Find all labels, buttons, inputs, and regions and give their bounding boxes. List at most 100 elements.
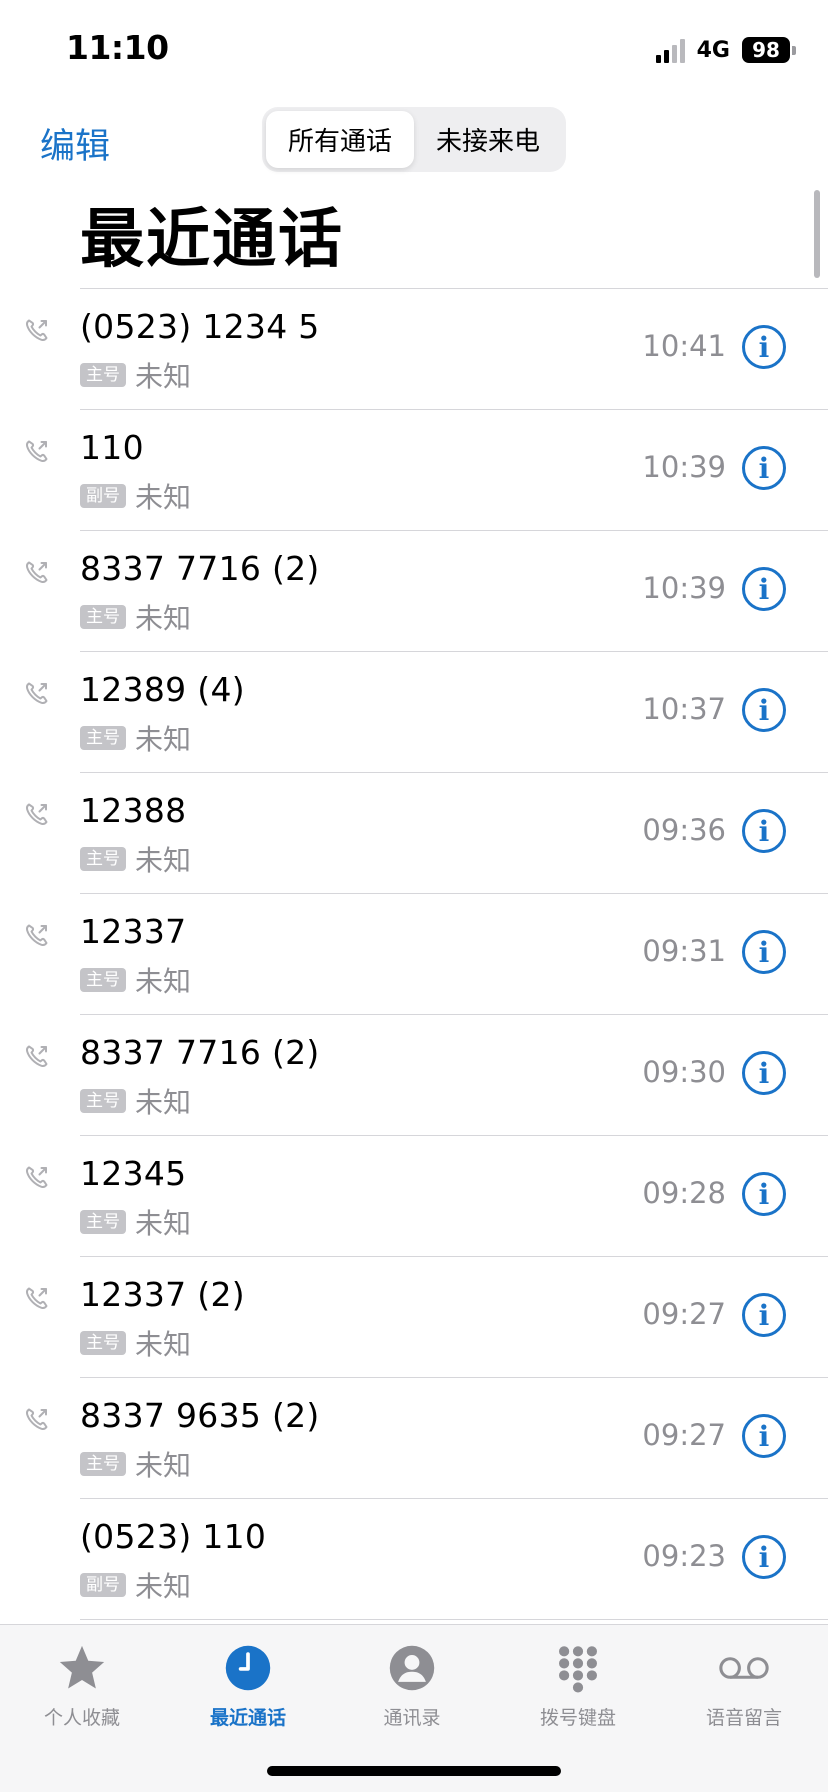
- call-row[interactable]: (0523) 110 副号 未知 09:23 i: [0, 1499, 828, 1620]
- scroll-indicator[interactable]: [814, 190, 820, 278]
- call-row[interactable]: 12337 主号 未知 09:31 i: [0, 894, 828, 1015]
- call-label: 未知: [135, 1207, 192, 1240]
- status-time: 11:10: [66, 28, 169, 67]
- sim-badge: 副号: [80, 484, 126, 508]
- call-label: 未知: [135, 965, 192, 998]
- info-icon[interactable]: i: [742, 809, 786, 853]
- call-subtitle: 主号 未知: [80, 1444, 191, 1484]
- call-number: 12389 (4): [80, 670, 245, 709]
- call-row[interactable]: 110 副号 未知 10:39 i: [0, 410, 828, 531]
- call-subtitle: 主号 未知: [80, 1081, 191, 1121]
- call-subtitle: 副号 未知: [80, 476, 191, 516]
- sim-badge: 主号: [80, 1089, 126, 1113]
- call-label: 未知: [135, 602, 192, 635]
- call-label: 未知: [135, 1449, 192, 1482]
- outgoing-call-icon: [24, 1406, 50, 1432]
- call-time: 10:41: [642, 329, 726, 363]
- call-label: 未知: [135, 1328, 192, 1361]
- call-row[interactable]: (0523) 1234 5 主号 未知 10:41 i: [0, 289, 828, 410]
- call-row[interactable]: 8337 7716 (2) 主号 未知 10:39 i: [0, 531, 828, 652]
- sim-badge: 主号: [80, 1210, 126, 1234]
- info-icon[interactable]: i: [742, 688, 786, 732]
- call-subtitle: 主号 未知: [80, 597, 191, 637]
- keypad-icon: [551, 1641, 605, 1695]
- info-icon[interactable]: i: [742, 1051, 786, 1095]
- tab-recents[interactable]: 最近通话: [178, 1641, 318, 1730]
- call-label: 未知: [135, 360, 192, 393]
- call-time: 09:28: [642, 1176, 726, 1210]
- segment-all-calls[interactable]: 所有通话: [266, 111, 414, 168]
- call-time: 09:23: [642, 1539, 726, 1573]
- tab-favorites[interactable]: 个人收藏: [12, 1641, 152, 1730]
- sim-badge: 主号: [80, 605, 126, 629]
- star-icon: [55, 1641, 109, 1695]
- call-row[interactable]: 12337 (2) 主号 未知 09:27 i: [0, 1257, 828, 1378]
- recent-calls-list: (0523) 1234 5 主号 未知 10:41 i 110 副号 未知 10…: [0, 289, 828, 1620]
- call-number: 12337 (2): [80, 1275, 245, 1314]
- call-time: 09:27: [642, 1418, 726, 1452]
- clock-icon: [221, 1641, 275, 1695]
- call-label: 未知: [135, 844, 192, 877]
- call-subtitle: 主号 未知: [80, 355, 191, 395]
- call-row[interactable]: 12389 (4) 主号 未知 10:37 i: [0, 652, 828, 773]
- call-row[interactable]: 12345 主号 未知 09:28 i: [0, 1136, 828, 1257]
- info-icon[interactable]: i: [742, 325, 786, 369]
- tab-label: 语音留言: [705, 1707, 782, 1729]
- outgoing-call-icon: [24, 801, 50, 827]
- call-subtitle: 副号 未知: [80, 1565, 191, 1605]
- info-icon[interactable]: i: [742, 446, 786, 490]
- sim-badge: 主号: [80, 968, 126, 992]
- sim-badge: 主号: [80, 363, 126, 387]
- info-icon[interactable]: i: [742, 930, 786, 974]
- status-bar: 11:10 4G 98: [0, 0, 828, 100]
- tab-contacts[interactable]: 通讯录: [342, 1641, 482, 1730]
- call-time: 09:36: [642, 813, 726, 847]
- call-label: 未知: [135, 1570, 192, 1603]
- battery-icon: 98: [742, 37, 796, 63]
- info-icon[interactable]: i: [742, 1293, 786, 1337]
- call-time: 10:39: [642, 571, 726, 605]
- tab-keypad[interactable]: 拨号键盘: [508, 1641, 648, 1730]
- info-icon[interactable]: i: [742, 1172, 786, 1216]
- outgoing-call-icon: [24, 1285, 50, 1311]
- call-subtitle: 主号 未知: [80, 839, 191, 879]
- call-number: 12337: [80, 912, 187, 951]
- call-row[interactable]: 12388 主号 未知 09:36 i: [0, 773, 828, 894]
- network-type: 4G: [696, 37, 730, 63]
- call-time: 10:39: [642, 450, 726, 484]
- call-row[interactable]: 8337 9635 (2) 主号 未知 09:27 i: [0, 1378, 828, 1499]
- call-subtitle: 主号 未知: [80, 960, 191, 1000]
- info-icon[interactable]: i: [742, 1414, 786, 1458]
- signal-icon: [655, 37, 685, 63]
- call-number: 8337 7716 (2): [80, 549, 320, 588]
- sim-badge: 主号: [80, 726, 126, 750]
- home-indicator: [267, 1766, 561, 1776]
- outgoing-call-icon: [24, 922, 50, 948]
- sim-badge: 主号: [80, 1331, 126, 1355]
- info-icon[interactable]: i: [742, 567, 786, 611]
- call-number: (0523) 110: [80, 1517, 267, 1556]
- tab-voicemail[interactable]: 语音留言: [674, 1641, 814, 1730]
- call-number: 8337 9635 (2): [80, 1396, 320, 1435]
- outgoing-call-icon: [24, 559, 50, 585]
- edit-button[interactable]: 编辑: [40, 118, 110, 169]
- call-label: 未知: [135, 723, 192, 756]
- outgoing-call-icon: [24, 317, 50, 343]
- outgoing-call-icon: [24, 680, 50, 706]
- call-subtitle: 主号 未知: [80, 1202, 191, 1242]
- outgoing-call-icon: [24, 438, 50, 464]
- call-filter-segmented-control: 所有通话 未接来电: [262, 107, 566, 172]
- segment-missed-calls[interactable]: 未接来电: [414, 111, 562, 168]
- tab-label: 最近通话: [209, 1707, 286, 1729]
- info-icon[interactable]: i: [742, 1535, 786, 1579]
- call-label: 未知: [135, 481, 192, 514]
- call-subtitle: 主号 未知: [80, 718, 191, 758]
- call-time: 09:27: [642, 1297, 726, 1331]
- battery-level: 98: [742, 37, 790, 63]
- voicemail-icon: [717, 1641, 771, 1695]
- call-row[interactable]: 8337 7716 (2) 主号 未知 09:30 i: [0, 1015, 828, 1136]
- contact-icon: [385, 1641, 439, 1695]
- outgoing-call-icon: [24, 1164, 50, 1190]
- call-number: (0523) 1234 5: [80, 307, 320, 346]
- call-subtitle: 主号 未知: [80, 1323, 191, 1363]
